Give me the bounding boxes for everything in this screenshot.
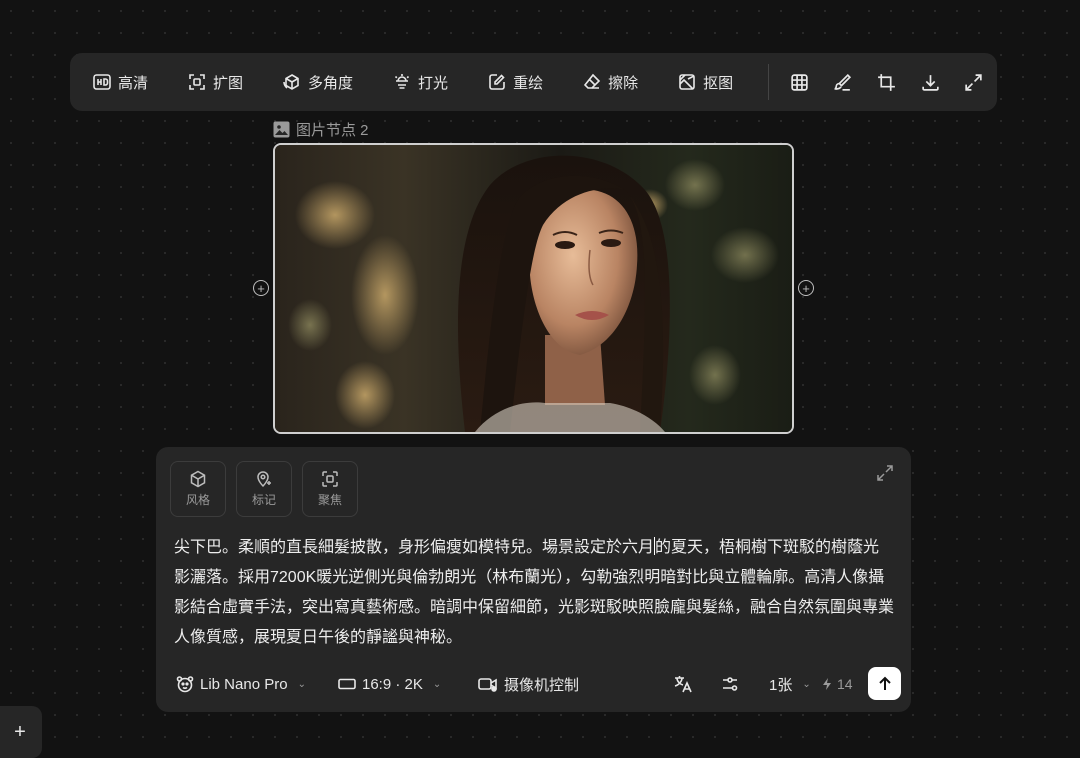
expand-image-icon	[189, 74, 205, 90]
model-logo-icon	[176, 676, 194, 693]
style-chip-label: 风格	[185, 493, 210, 507]
expand-panel-button[interactable]	[875, 463, 895, 483]
redraw-button[interactable]: 重绘	[475, 62, 555, 102]
add-left-handle[interactable]: +	[253, 280, 269, 296]
image-toolbar: 高清 扩图 多角度 打光 重绘 擦除 抠图	[70, 53, 997, 111]
brush-button[interactable]	[823, 62, 864, 102]
aspect-ratio-icon	[338, 678, 356, 690]
sliders-icon	[723, 677, 738, 691]
style-chip[interactable]: 风格	[170, 461, 226, 517]
focus-chip[interactable]: 聚焦	[302, 461, 358, 517]
translate-button[interactable]	[673, 667, 693, 701]
multi-angle-label: 多角度	[308, 74, 354, 92]
portrait-photo	[275, 145, 792, 432]
crop-icon	[878, 73, 895, 91]
prompt-input[interactable]: 尖下巴。柔順的直長細髮披散，身形偏瘦如模特兒。場景設定於六月的夏天，梧桐樹下斑駁…	[174, 533, 894, 653]
translate-icon	[674, 676, 692, 693]
chevron-down-icon: ⌄	[432, 678, 442, 690]
chevron-down-icon: ⌄	[802, 678, 811, 690]
fullscreen-button[interactable]	[953, 62, 994, 102]
prompt-text-start: 尖下巴。柔順的直長細髮披散，身形偏瘦如模特兒。場景設定於六月	[174, 539, 655, 556]
camera-control-label: 摄像机控制	[504, 676, 580, 694]
model-selector[interactable]: Lib Nano Pro ⌄	[176, 667, 306, 701]
cutout-button[interactable]: 抠图	[665, 62, 745, 102]
count-value: 1张	[769, 676, 793, 694]
add-right-handle[interactable]: +	[798, 280, 814, 296]
crop-button[interactable]	[866, 62, 907, 102]
brush-icon	[834, 73, 852, 91]
multi-angle-icon	[283, 74, 299, 90]
lighting-button[interactable]: 打光	[380, 62, 460, 102]
expand-image-button[interactable]: 扩图	[175, 62, 255, 102]
fullscreen-icon	[965, 73, 982, 91]
hd-button[interactable]: 高清	[80, 62, 160, 102]
add-node-button[interactable]: +	[0, 706, 42, 758]
grid-button[interactable]	[779, 62, 820, 102]
ratio-value: 16:9 · 2K	[362, 675, 423, 693]
cutout-icon	[679, 74, 695, 90]
prompt-panel: 风格 标记 聚焦 尖下巴。柔順的直長細髮披散，身形偏瘦如模特兒。場景設定於六月的…	[156, 447, 911, 712]
credits-display: 14	[821, 667, 853, 701]
image-icon	[273, 121, 290, 138]
image-node[interactable]	[273, 143, 794, 434]
plus-icon: +	[14, 720, 26, 743]
focus-chip-label: 聚焦	[317, 493, 342, 507]
lighting-icon	[394, 74, 410, 89]
chevron-down-icon: ⌄	[297, 678, 306, 690]
prompt-toolbar: Lib Nano Pro ⌄ 16:9 · 2K ⌄ 摄像机控制 1张 ⌄ 14	[156, 667, 911, 701]
marker-chip[interactable]: 标记	[236, 461, 292, 517]
model-name: Lib Nano Pro	[200, 675, 288, 693]
marker-pin-icon	[257, 471, 271, 488]
focus-icon	[322, 471, 338, 487]
count-selector[interactable]: 1张 ⌄	[769, 667, 811, 701]
hd-icon	[93, 74, 111, 90]
arrow-up-icon	[878, 676, 891, 690]
eraser-icon	[584, 73, 601, 89]
eraser-button[interactable]: 擦除	[570, 62, 650, 102]
cube-icon	[190, 470, 206, 488]
eraser-label: 擦除	[608, 74, 639, 92]
settings-button[interactable]	[721, 667, 739, 701]
lightning-icon	[823, 678, 831, 690]
cutout-label: 抠图	[703, 74, 734, 92]
expand-image-label: 扩图	[213, 74, 244, 92]
credits-value: 14	[837, 676, 853, 692]
send-button[interactable]	[868, 667, 901, 700]
grid-icon	[791, 73, 808, 91]
ratio-selector[interactable]: 16:9 · 2K ⌄	[338, 667, 441, 701]
redraw-icon	[489, 74, 505, 90]
marker-chip-label: 标记	[251, 493, 276, 507]
camera-icon	[478, 678, 497, 692]
redraw-label: 重绘	[513, 74, 544, 92]
download-button[interactable]	[910, 62, 951, 102]
camera-control-button[interactable]: 摄像机控制	[478, 667, 579, 701]
multi-angle-button[interactable]: 多角度	[270, 62, 365, 102]
node-title-text: 图片节点 2	[296, 122, 369, 139]
lighting-label: 打光	[418, 74, 449, 92]
node-title: 图片节点 2	[273, 119, 369, 140]
expand-icon	[877, 465, 893, 481]
toolbar-divider	[768, 64, 770, 100]
hd-label: 高清	[118, 74, 149, 92]
download-icon	[921, 74, 939, 91]
